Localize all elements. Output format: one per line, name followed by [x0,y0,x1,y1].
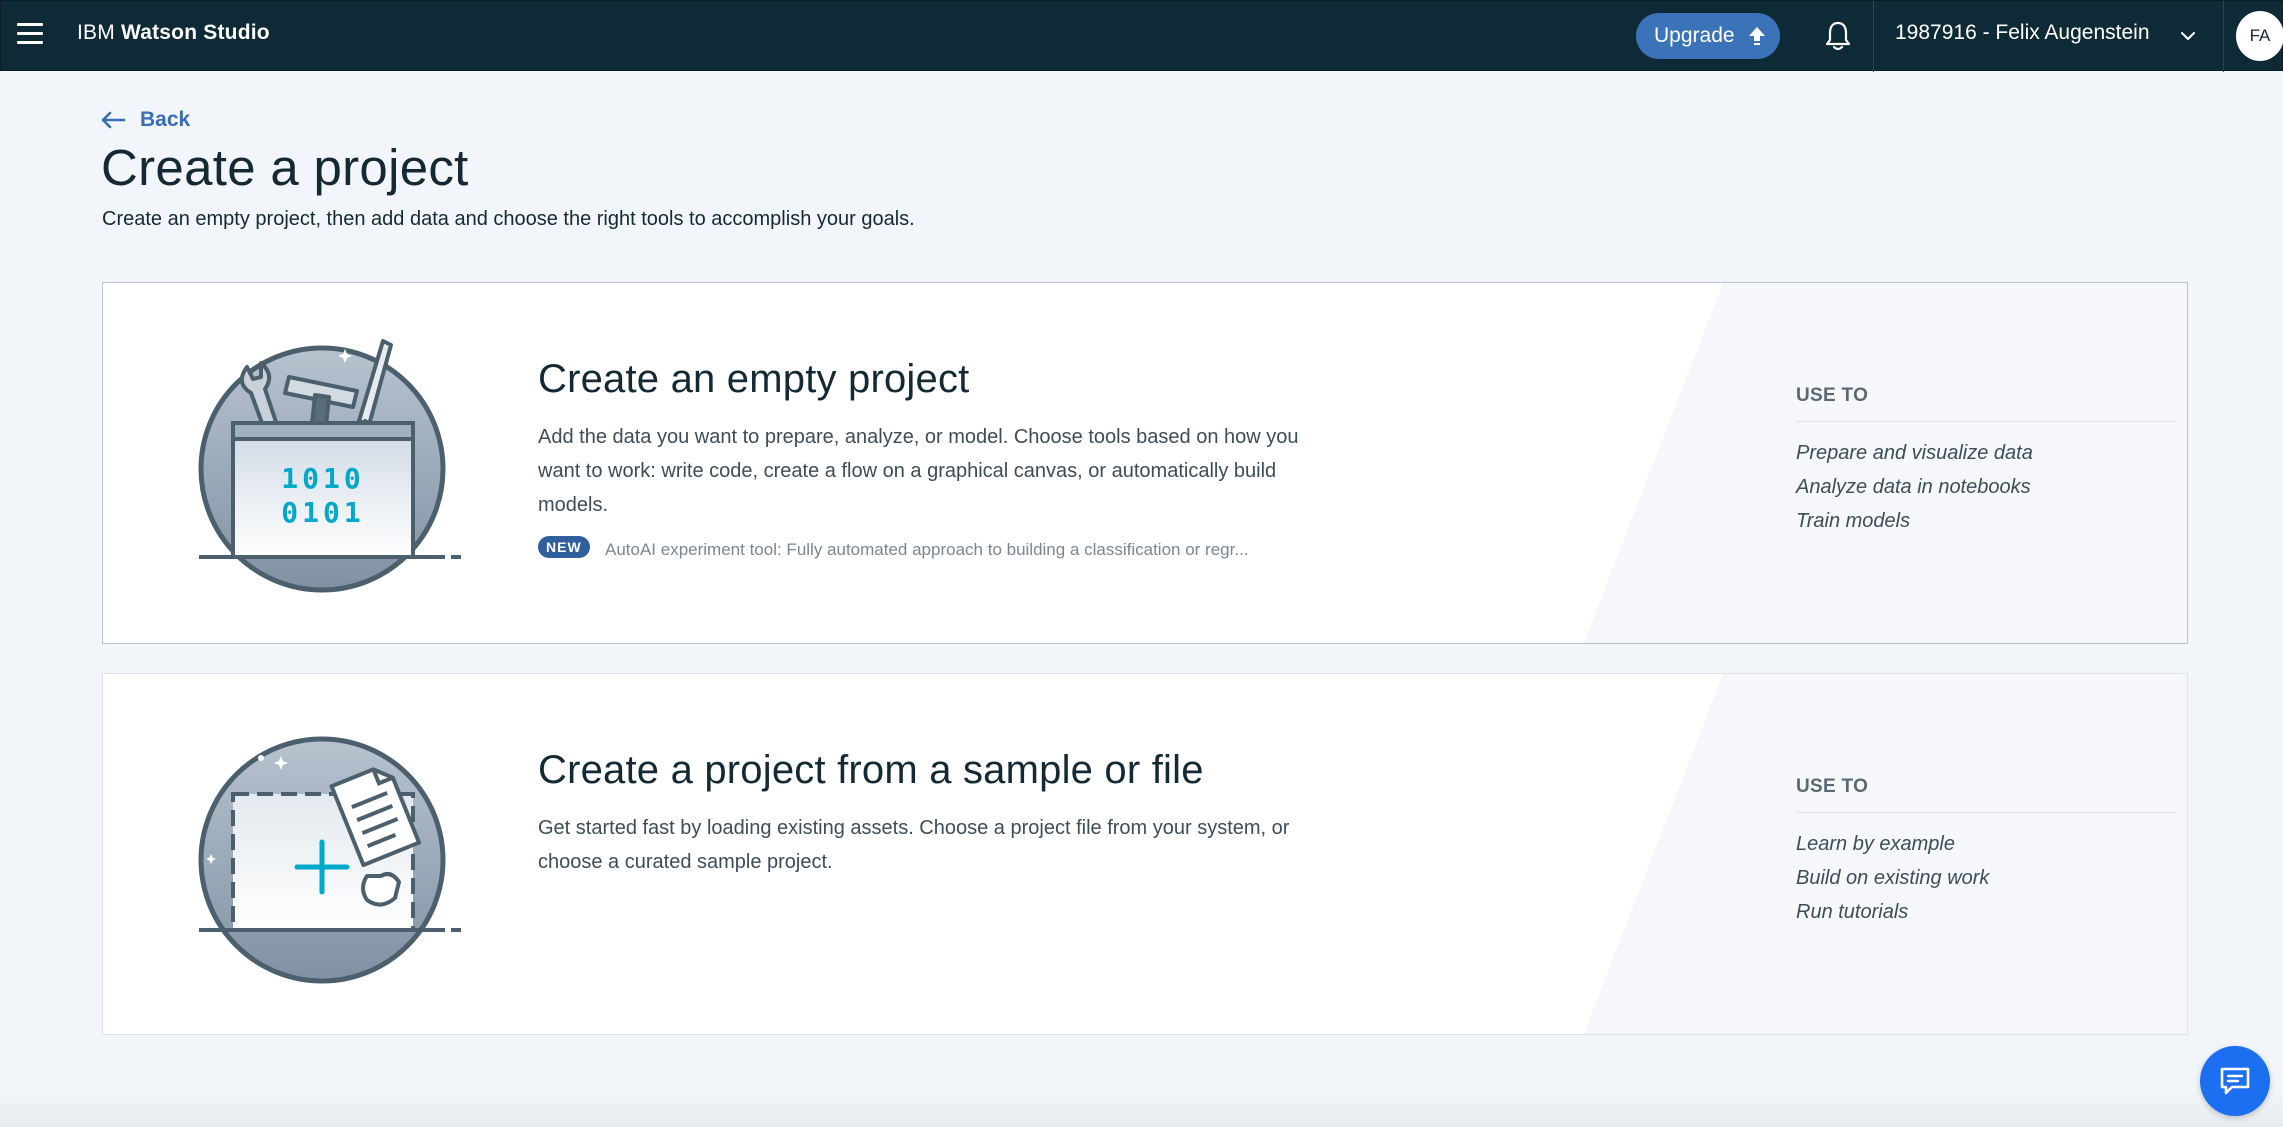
header-divider [2223,1,2224,72]
autoai-notice: AutoAI experiment tool: Fully automated … [605,540,1249,559]
use-to-item: Train models [1796,510,1911,532]
arrow-left-icon [101,111,126,129]
use-to-heading: USE TO [1796,776,2176,813]
upgrade-button[interactable]: Upgrade [1636,13,1780,59]
use-to-item: Analyze data in notebooks [1796,476,2031,498]
use-to-item: Run tutorials [1796,901,1909,923]
brand-logo[interactable]: IBM Watson Studio [77,21,270,45]
header-divider [1873,1,1874,72]
card-description: Get started fast by loading existing ass… [538,817,1290,873]
account-switcher[interactable]: 1987916 - Felix Augenstein [1895,21,2150,45]
use-to-item: Prepare and visualize data [1796,442,2033,464]
create-empty-project-card[interactable]: 1010 0101 Create an empty project Add th… [102,282,2188,644]
use-to-heading: USE TO [1796,385,2176,422]
page-subtitle: Create an empty project, then add data a… [102,208,915,230]
file-upload-illustration-icon [198,736,461,984]
notification-bell-icon[interactable] [1823,19,1853,53]
card-title: Create an empty project [538,357,970,401]
illustration-binary-2: 0101 [281,496,364,529]
use-to-item: Build on existing work [1796,867,1990,889]
back-label: Back [140,108,191,131]
upgrade-label: Upgrade [1654,24,1735,47]
use-to-panel: USE TO Learn by example Build on existin… [1796,776,2176,929]
create-from-sample-card[interactable]: Create a project from a sample or file G… [102,673,2188,1035]
use-to-item: Learn by example [1796,833,1955,855]
use-to-list: Learn by example Build on existing work … [1796,827,2176,929]
chat-icon [2220,1067,2250,1095]
chevron-down-icon[interactable] [2179,27,2197,45]
brand-name: Watson Studio [120,21,270,44]
card-description: Add the data you want to prepare, analyz… [538,426,1299,516]
toolbox-illustration-icon: 1010 0101 [198,339,461,593]
use-to-list: Prepare and visualize data Analyze data … [1796,436,2176,538]
bottom-shadow [0,1092,2283,1127]
page-title: Create a project [101,139,469,196]
illustration-binary-1: 1010 [281,462,364,495]
avatar[interactable]: FA [2236,11,2283,61]
brand-prefix: IBM [77,21,115,44]
back-link[interactable]: Back [100,108,190,132]
chat-button[interactable] [2200,1046,2270,1116]
upgrade-arrow-icon [1748,27,1765,45]
new-badge: NEW [538,536,590,558]
card-title: Create a project from a sample or file [538,748,1204,792]
top-header: IBM Watson Studio Upgrade 1987916 - Feli… [0,0,2283,72]
use-to-panel: USE TO Prepare and visualize data Analyz… [1796,385,2176,538]
hamburger-menu-icon[interactable] [17,23,43,47]
